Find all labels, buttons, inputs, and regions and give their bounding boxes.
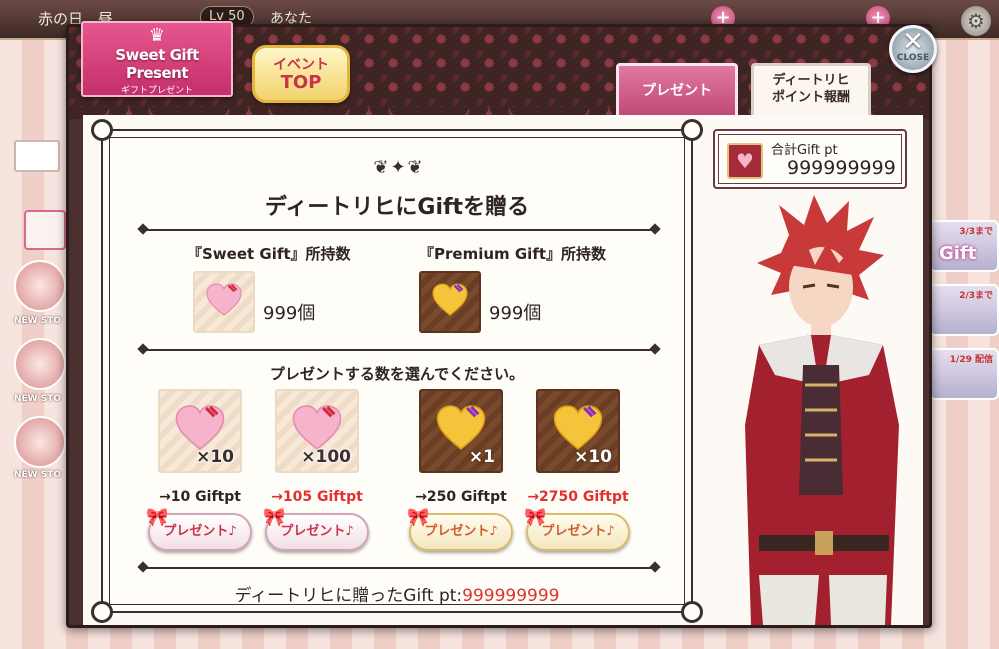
present-button-sweet-100[interactable]: 🎀 プレゼント♪ (263, 509, 369, 551)
close-icon: ✕ (902, 27, 924, 57)
character-portrait (719, 195, 919, 625)
choose-quantity-text: プレゼントする数を選んでください。 (269, 365, 525, 383)
ice-cream-icon: ♥ (727, 143, 763, 179)
option-cost: →10 Giftpt (159, 489, 241, 505)
banner-label: Gift (939, 243, 977, 264)
option-quantity: ×1 (468, 447, 495, 467)
event-banner-3[interactable]: 1/29 配信 (929, 348, 999, 400)
total-gift-pt-label: ディートリヒに贈ったGift pt: (234, 586, 463, 606)
option-quantity: ×100 (301, 447, 351, 467)
corner-ornament (91, 119, 113, 141)
gift-ribbon-icon: ♛ (148, 25, 166, 46)
mail-icon[interactable] (14, 140, 60, 172)
event-banner-1[interactable]: 3/3まで Gift (929, 220, 999, 272)
gift-option-premium-1[interactable]: ×1 (419, 389, 503, 473)
premium-gift-icon (419, 271, 481, 333)
divider (143, 567, 655, 569)
option-cost: →250 Giftpt (415, 489, 507, 505)
option-quantity: ×10 (196, 447, 234, 467)
gift-panel: ❦✦❦ ディートリヒにGiftを贈る 『Sweet Gift』所持数 999個 … (91, 119, 703, 623)
present-button-label: プレゼント♪ (280, 524, 354, 539)
close-label: CLOSE (896, 53, 930, 63)
option-cost: →105 Giftpt (271, 489, 363, 505)
gift-present-dialog: ♛ Sweet Gift Present ギフトプレゼント イベント TOP プ… (66, 21, 937, 628)
new-story-badge-2: NEW STO (14, 394, 62, 404)
present-button-label: プレゼント♪ (424, 524, 498, 539)
story-avatar-1[interactable] (14, 260, 66, 312)
gift-option-sweet-10[interactable]: ×10 (158, 389, 242, 473)
ribbon-icon: 🎀 (146, 507, 169, 528)
tab-point-reward[interactable]: ディートリヒ ポイント報酬 (751, 63, 871, 119)
present-button-sweet-10[interactable]: 🎀 プレゼント♪ (146, 509, 252, 551)
story-avatar-3[interactable] (14, 416, 66, 468)
gear-icon[interactable]: ⚙ (961, 6, 991, 36)
present-button-label: プレゼント♪ (541, 524, 615, 539)
logo-subtitle: ギフトプレゼント (120, 86, 193, 96)
present-button-label: プレゼント♪ (163, 524, 237, 539)
option-quantity: ×10 (574, 447, 612, 467)
present-button-premium-1[interactable]: 🎀 プレゼント♪ (407, 509, 513, 551)
gift-pt-label: 合計Gift pt (771, 143, 838, 158)
total-gift-pt-line: ディートリヒに贈ったGift pt:999999999 (103, 581, 691, 606)
divider (143, 349, 655, 351)
panel-title: ディートリヒにGiftを贈る (264, 195, 530, 220)
event-banner-2[interactable]: 2/3まで (929, 284, 999, 336)
gift-box-icon[interactable] (24, 210, 66, 250)
total-gift-pt-value: 999999999 (462, 586, 560, 606)
sweet-gift-owned-count: 999個 (263, 303, 316, 324)
option-cost: →2750 Giftpt (527, 489, 629, 505)
gift-pt-summary: ♥ 合計Gift pt 999999999 (713, 129, 907, 189)
dialog-content: ❦✦❦ ディートリヒにGiftを贈る 『Sweet Gift』所持数 999個 … (83, 115, 923, 625)
event-top-line2: TOP (280, 72, 322, 93)
event-top-button[interactable]: イベント TOP (252, 45, 350, 103)
story-avatar-2[interactable] (14, 338, 66, 390)
new-story-badge-1: NEW STO (14, 316, 62, 326)
sweet-gift-icon (193, 271, 255, 333)
sweet-gift-logo: ♛ Sweet Gift Present ギフトプレゼント (81, 21, 233, 97)
tab-reward-line2: ポイント報酬 (771, 90, 850, 105)
left-sidebar: NEW STO NEW STO NEW STO (0, 40, 70, 649)
present-button-premium-10[interactable]: 🎀 プレゼント♪ (524, 509, 630, 551)
banner-tag: 2/3まで (959, 291, 993, 301)
banner-tag: 3/3まで (959, 227, 993, 237)
gift-pt-value: 999999999 (787, 157, 896, 179)
sweet-gift-owned-label: 『Sweet Gift』所持数 (187, 245, 351, 263)
ribbon-icon: 🎀 (263, 507, 286, 528)
corner-ornament (681, 119, 703, 141)
divider (143, 229, 655, 231)
close-button[interactable]: ✕ CLOSE (889, 25, 937, 73)
logo-title: Sweet Gift Present (115, 46, 199, 82)
gift-option-sweet-100[interactable]: ×100 (275, 389, 359, 473)
ribbon-icon: 🎀 (407, 507, 430, 528)
flourish-ornament: ❦✦❦ (373, 157, 425, 178)
gift-option-premium-10[interactable]: ×10 (536, 389, 620, 473)
banner-tag: 1/29 配信 (949, 355, 993, 365)
premium-gift-owned-count: 999個 (489, 303, 542, 324)
ribbon-icon: 🎀 (524, 507, 547, 528)
tab-reward-line1: ディートリヒ (772, 73, 850, 88)
premium-gift-owned-label: 『Premium Gift』所持数 (419, 245, 607, 263)
new-story-badge-3: NEW STO (14, 470, 62, 480)
tab-present[interactable]: プレゼント (616, 63, 738, 119)
